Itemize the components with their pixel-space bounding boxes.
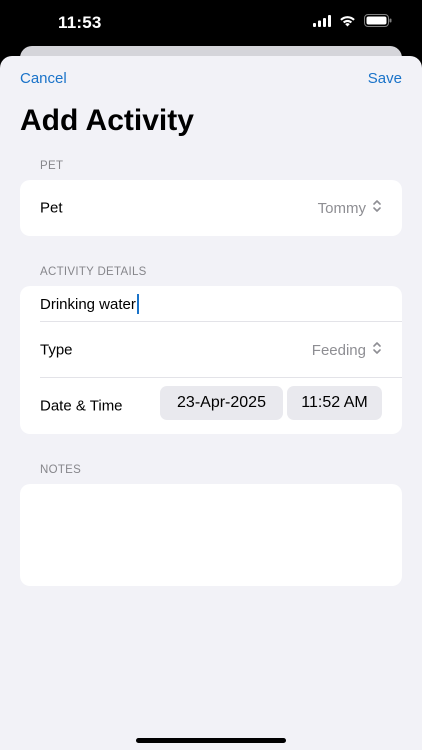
activity-name-row[interactable]: Drinking water: [20, 286, 402, 322]
text-caret: [136, 294, 139, 314]
type-picker-row[interactable]: Type Feeding: [20, 322, 402, 378]
details-card: Drinking water Type Feeding Date & Time …: [20, 286, 402, 434]
pet-section-header: PET: [40, 160, 64, 172]
activity-name-value: Drinking water: [40, 295, 136, 313]
datetime-row: Date & Time 23-Apr-2025 11:52 AM: [20, 378, 402, 434]
date-picker-button[interactable]: 23-Apr-2025: [160, 386, 283, 420]
notes-text-area[interactable]: [20, 484, 402, 586]
activity-name-input[interactable]: Drinking water: [40, 294, 139, 314]
home-indicator: [136, 738, 286, 743]
status-time: 11:53: [58, 13, 102, 32]
details-section-header: ACTIVITY DETAILS: [40, 266, 147, 278]
type-picker[interactable]: Feeding: [312, 341, 382, 359]
time-picker-button[interactable]: 11:52 AM: [287, 386, 382, 420]
signal-icon: [313, 14, 331, 32]
battery-icon: [364, 14, 392, 32]
pet-label: Pet: [40, 199, 63, 217]
pet-picker[interactable]: Tommy: [318, 199, 382, 217]
pet-value: Tommy: [317, 199, 366, 217]
notes-section-header: NOTES: [40, 464, 82, 476]
cancel-button[interactable]: Cancel: [20, 70, 67, 87]
status-icons: [313, 14, 392, 32]
chevron-up-down-icon: [372, 199, 382, 217]
pet-card: Pet Tommy: [20, 180, 402, 236]
type-value: Feeding: [311, 341, 366, 359]
pet-picker-row[interactable]: Pet Tommy: [20, 180, 402, 236]
page-title: Add Activity: [20, 104, 194, 137]
status-bar: 11:53: [0, 0, 422, 46]
add-activity-sheet: Cancel Save Add Activity PET Pet Tommy A…: [0, 56, 422, 750]
datetime-label: Date & Time: [40, 397, 123, 415]
wifi-icon: [339, 14, 356, 32]
save-button[interactable]: Save: [368, 70, 402, 87]
chevron-up-down-icon: [372, 341, 382, 359]
type-label: Type: [40, 341, 73, 359]
